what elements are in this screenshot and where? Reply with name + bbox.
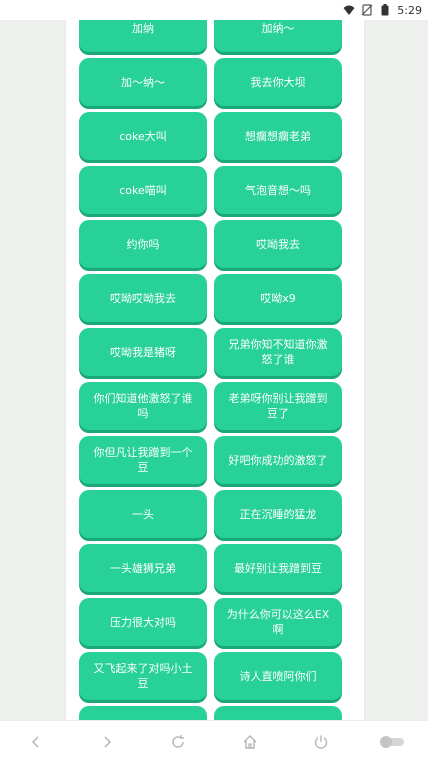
sound-button[interactable]: 我去你大坝 [214, 58, 342, 106]
chevron-right-icon [104, 736, 112, 748]
sound-button[interactable]: coke喵叫 [79, 166, 207, 214]
sound-button[interactable]: 又飞起来了对吗小土豆 [79, 652, 207, 700]
sound-button[interactable] [214, 706, 342, 720]
sound-button[interactable]: 正在沉睡的猛龙 [214, 490, 342, 538]
home-button[interactable] [230, 727, 270, 757]
refresh-button[interactable] [158, 727, 198, 757]
toggle-switch[interactable] [372, 727, 412, 757]
sound-button[interactable]: 哎呦x9 [214, 274, 342, 322]
sound-button[interactable]: 你们知道他激怒了谁吗 [79, 382, 207, 430]
forward-button[interactable] [87, 727, 127, 757]
sound-button[interactable]: 诗人直喷阿你们 [214, 652, 342, 700]
sound-button[interactable]: 兄弟你知不知道你激怒了谁 [214, 328, 342, 376]
refresh-icon [172, 735, 185, 748]
sound-button[interactable]: 加纳 [79, 20, 207, 52]
battery-icon [379, 4, 391, 16]
sound-button[interactable]: 加～纳～ [79, 58, 207, 106]
content-area[interactable]: 加纳 加纳～ 加～纳～ 我去你大坝 coke大叫 想瘸想瘸老弟 coke喵叫 气泡音想～吗 约你… [0, 20, 428, 720]
no-sim-icon [361, 4, 373, 16]
sound-button[interactable]: 哎呦我去 [214, 220, 342, 268]
sound-button[interactable]: 约你吗 [79, 220, 207, 268]
status-time: 5:29 [397, 3, 422, 17]
sound-button[interactable] [79, 706, 207, 720]
sound-button[interactable]: coke大叫 [79, 112, 207, 160]
sound-button[interactable]: 一头 [79, 490, 207, 538]
sound-button[interactable]: 气泡音想～吗 [214, 166, 342, 214]
power-icon [314, 735, 328, 749]
power-button[interactable] [301, 727, 341, 757]
sound-button[interactable]: 哎呦我是猪呀 [79, 328, 207, 376]
browser-navbar [0, 720, 428, 763]
sound-button[interactable]: 最好别让我蹭到豆 [214, 544, 342, 592]
sound-button[interactable]: 加纳～ [214, 20, 342, 52]
toggle-icon [380, 736, 405, 748]
wifi-icon [343, 4, 355, 16]
status-bar: 5:29 [0, 0, 428, 20]
chevron-left-icon [31, 736, 39, 748]
back-button[interactable] [16, 727, 56, 757]
sound-button[interactable]: 好吧你成功的激怒了 [214, 436, 342, 484]
sound-button[interactable]: 一头雄狮兄弟 [79, 544, 207, 592]
sound-button[interactable]: 老弟呀你别让我蹭到豆了 [214, 382, 342, 430]
home-icon [243, 735, 257, 749]
sound-button[interactable]: 想瘸想瘸老弟 [214, 112, 342, 160]
sound-button[interactable]: 为什么你可以这么EX啊 [214, 598, 342, 646]
sound-button[interactable]: 你但凡让我蹭到一个豆 [79, 436, 207, 484]
sound-button[interactable]: 压力很大对吗 [79, 598, 207, 646]
sound-button[interactable]: 哎呦哎呦我去 [79, 274, 207, 322]
